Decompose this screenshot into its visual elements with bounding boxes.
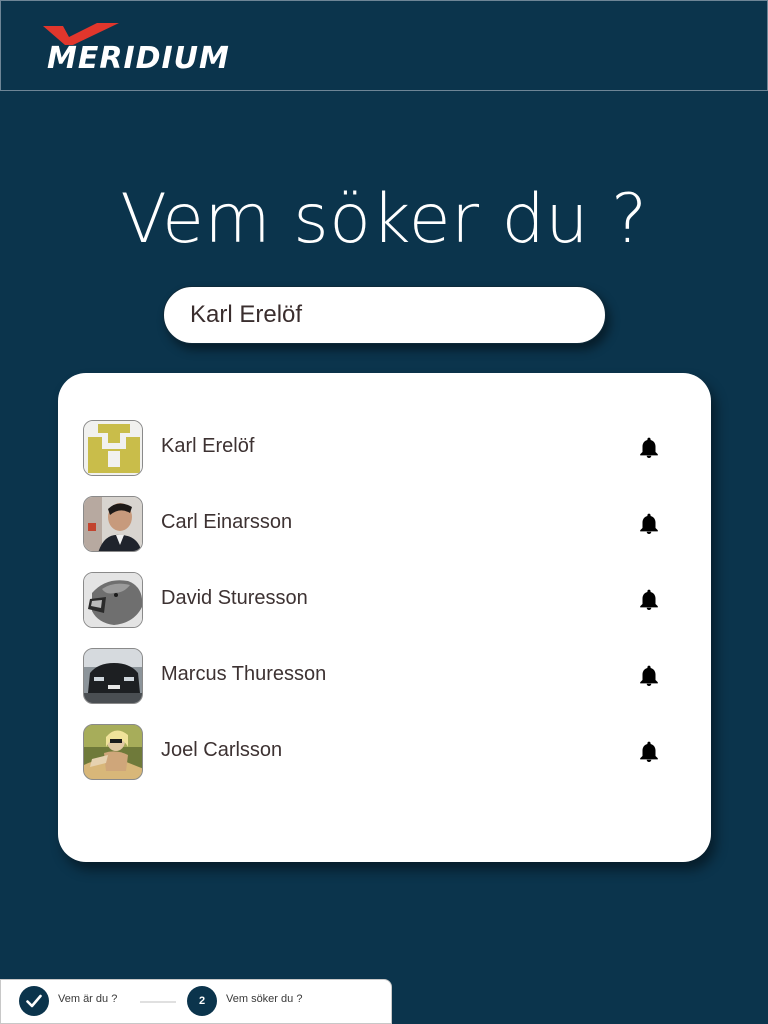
result-item[interactable]: David Sturesson <box>83 572 673 628</box>
results-list: Karl Erelöf Carl Einarsson David Sturess… <box>58 373 711 862</box>
page-title: Vem söker du ? <box>120 180 648 259</box>
check-icon <box>26 994 42 1008</box>
meridium-logo[interactable]: MERIDIUM <box>41 23 281 76</box>
bell-icon[interactable] <box>637 436 661 460</box>
result-item[interactable]: Marcus Thuresson <box>83 648 673 704</box>
step-connector <box>140 1001 176 1003</box>
search-input[interactable] <box>190 287 590 343</box>
result-item[interactable]: Joel Carlsson <box>83 724 673 780</box>
bell-icon[interactable] <box>637 664 661 688</box>
step-2-current[interactable]: 2 <box>187 986 217 1016</box>
step-2-label: Vem söker du ? <box>226 993 303 1005</box>
result-item[interactable]: Carl Einarsson <box>83 496 673 552</box>
bell-icon[interactable] <box>637 512 661 536</box>
result-name: Karl Erelöf <box>161 435 255 457</box>
step-1-completed[interactable] <box>19 986 49 1016</box>
progress-stepper: Vem är du ? 2 Vem söker du ? <box>0 979 392 1024</box>
avatar <box>83 496 143 552</box>
result-item[interactable]: Karl Erelöf <box>83 420 673 476</box>
avatar <box>83 648 143 704</box>
avatar <box>83 420 143 476</box>
result-name: Marcus Thuresson <box>161 663 327 685</box>
result-name: David Sturesson <box>161 587 308 609</box>
search-box[interactable] <box>163 286 606 344</box>
step-1-label: Vem är du ? <box>58 993 118 1005</box>
avatar <box>83 724 143 780</box>
result-name: Carl Einarsson <box>161 511 293 533</box>
result-name: Joel Carlsson <box>161 739 283 761</box>
bell-icon[interactable] <box>637 588 661 612</box>
bell-icon[interactable] <box>637 740 661 764</box>
avatar <box>83 572 143 628</box>
app-header: MERIDIUM <box>0 0 768 91</box>
logo-text: MERIDIUM <box>47 41 230 76</box>
